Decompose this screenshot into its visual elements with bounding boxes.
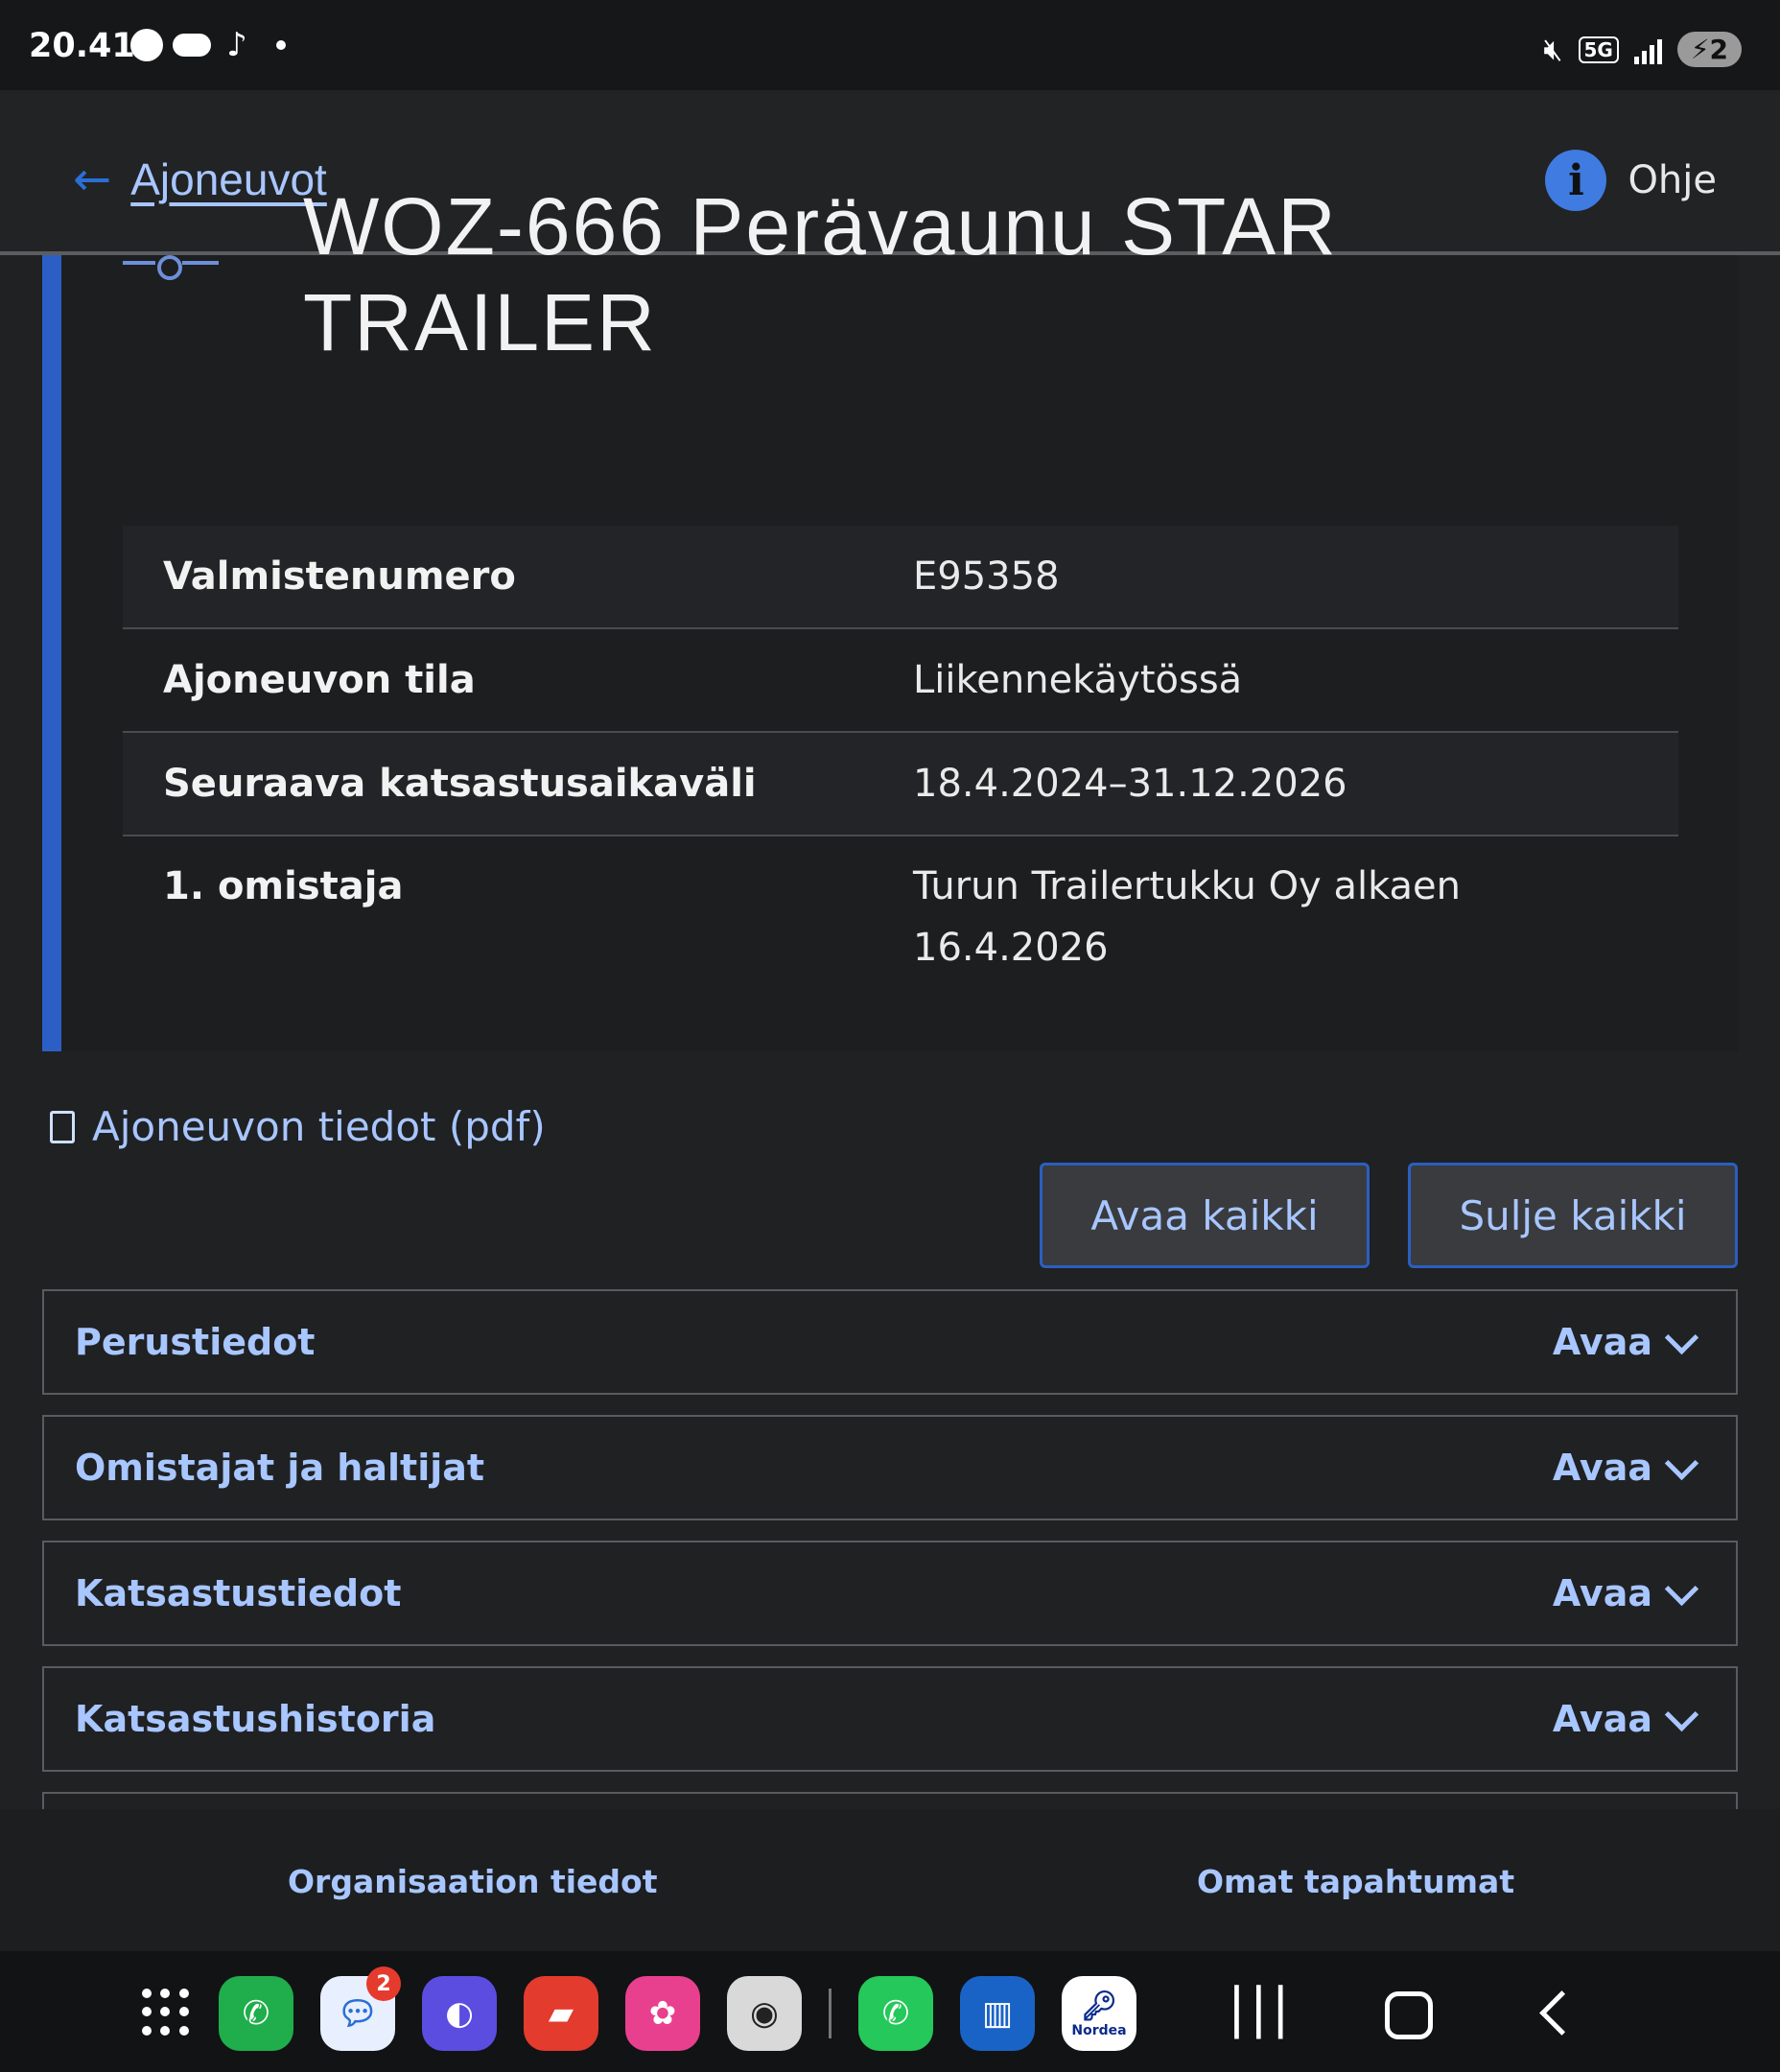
pdf-link-label: Ajoneuvon tiedot (pdf) (92, 1103, 546, 1150)
dock-separator (829, 1989, 831, 2038)
trello-app-icon[interactable]: ▥ (960, 1976, 1035, 2051)
accordion-toggle-label: Avaa (1552, 1447, 1652, 1489)
notification-icons: ♪ (130, 29, 286, 61)
vehicle-summary-card: WOZ-666 Perävaunu STAR TRAILER Valmisten… (42, 181, 1738, 1051)
info-value: Turun Trailertukku Oy alkaen 16.4.2026 (913, 864, 1461, 970)
bottom-navigation: Organisaation tiedot Omat tapahtumat (0, 1809, 1780, 1951)
gallery-app-icon[interactable]: ✿ (625, 1976, 700, 2051)
vehicle-info-table: Valmistenumero E95358 Ajoneuvon tila Lii… (123, 526, 1678, 998)
nav-own-events[interactable]: Omat tapahtumat (1197, 1863, 1514, 1900)
accordion-inspection-info[interactable]: Katsastustiedot Avaa (42, 1541, 1738, 1646)
accordion-title: Katsastustiedot (75, 1572, 402, 1614)
arrow-left-icon: ← (73, 153, 112, 206)
nordea-logo-icon: 🔑︎ (1080, 1989, 1118, 2023)
accordion-toggle[interactable]: Avaa (1552, 1320, 1699, 1363)
chevron-down-icon (1664, 1697, 1699, 1731)
accordion-title: Perustiedot (75, 1321, 316, 1363)
home-button[interactable] (1385, 1991, 1433, 2039)
camera-app-icon[interactable]: ◉ (727, 1976, 802, 2051)
info-value: 18.4.2024–31.12.2026 (913, 762, 1347, 806)
browser-app-icon[interactable]: ◐ (422, 1976, 497, 2051)
battery-indicator: ⚡2 (1676, 32, 1742, 67)
phone-app-icon[interactable]: ✆ (219, 1976, 293, 2051)
accordion-toggle[interactable]: Avaa (1552, 1697, 1699, 1740)
info-row: Seuraava katsastusaikaväli 18.4.2024–31.… (123, 733, 1678, 836)
info-row: 1. omistaja Turun Trailertukku Oy alkaen… (123, 836, 1678, 998)
nav-organisation-info[interactable]: Organisaation tiedot (288, 1863, 657, 1900)
accordion-toggle-label: Avaa (1552, 1698, 1652, 1740)
info-label: Valmistenumero (163, 554, 516, 599)
accordion-inspection-history[interactable]: Katsastushistoria Avaa (42, 1666, 1738, 1772)
accordion-toggle[interactable]: Avaa (1552, 1571, 1699, 1614)
accordion-title: Omistajat ja haltijat (75, 1447, 485, 1489)
vehicle-title-line1: WOZ-666 Perävaunu STAR (303, 181, 1338, 271)
messages-app-icon[interactable]: 💬︎ 2 (320, 1966, 401, 2051)
recents-button[interactable]: ||| (1228, 1980, 1294, 2037)
cloud-icon (173, 34, 211, 57)
app-drawer-icon[interactable] (142, 1989, 192, 2038)
tiktok-icon: ♪ (226, 26, 247, 64)
info-label: Ajoneuvon tila (163, 658, 476, 702)
chevron-down-icon (1664, 1571, 1699, 1606)
nordea-label: Nordea (1071, 2022, 1127, 2038)
info-label: 1. omistaja (163, 864, 404, 908)
mute-icon: 🔇︎ (1543, 31, 1563, 67)
vehicle-pdf-link[interactable]: Ajoneuvon tiedot (pdf) (50, 1103, 546, 1150)
info-row: Ajoneuvon tila Liikennekäytössä (123, 629, 1678, 733)
vehicle-title-line2: TRAILER (303, 277, 657, 367)
facebook-icon (130, 29, 163, 61)
open-all-button[interactable]: Avaa kaikki (1040, 1163, 1370, 1268)
accordion-title: Katsastushistoria (75, 1698, 436, 1740)
system-icons: 🔇︎ 5G ⚡2 (1543, 31, 1742, 68)
chevron-down-icon (1664, 1446, 1699, 1480)
status-bar: 20.41 ♪ 🔇︎ 5G ⚡2 (0, 0, 1780, 90)
back-link-label: Ajoneuvot (130, 154, 327, 204)
info-value: E95358 (913, 554, 1060, 599)
notes-app-icon[interactable]: ▰ (524, 1976, 598, 2051)
document-icon (50, 1110, 75, 1143)
system-back-button[interactable] (1539, 1990, 1584, 2036)
accordion-toggle-label: Avaa (1552, 1321, 1652, 1363)
close-all-button[interactable]: Sulje kaikki (1408, 1163, 1738, 1268)
messages-badge: 2 (366, 1966, 401, 2001)
vehicle-title: WOZ-666 Perävaunu STAR TRAILER (303, 178, 1646, 370)
info-row: Valmistenumero E95358 (123, 526, 1678, 629)
accordion-basic-info[interactable]: Perustiedot Avaa (42, 1289, 1738, 1395)
whatsapp-app-icon[interactable]: ✆ (858, 1976, 933, 2051)
accordion-partial (42, 1792, 1738, 1811)
more-notifications-dot (276, 40, 286, 50)
accordion-owners[interactable]: Omistajat ja haltijat Avaa (42, 1415, 1738, 1520)
signal-icon (1633, 35, 1662, 64)
dock-apps: ✆ 💬︎ 2 ◐ ▰ ✿ ◉ ✆ ▥ 🔑︎ Nordea (142, 1966, 1136, 2051)
network-type: 5G (1578, 35, 1619, 63)
trailer-icon (123, 255, 219, 280)
battery-level: 2 (1709, 34, 1728, 65)
card-accent-bar (42, 255, 61, 1051)
info-value: Liikennekäytössä (913, 658, 1243, 702)
info-label: Seuraava katsastusaikaväli (163, 762, 757, 806)
chevron-down-icon (1664, 1320, 1699, 1354)
accordion-toggle[interactable]: Avaa (1552, 1446, 1699, 1489)
back-link[interactable]: ← Ajoneuvot (73, 153, 327, 205)
app-dock: ✆ 💬︎ 2 ◐ ▰ ✿ ◉ ✆ ▥ 🔑︎ Nordea ||| (0, 1951, 1780, 2072)
accordion-toggle-label: Avaa (1552, 1572, 1652, 1614)
status-time: 20.41 (29, 27, 135, 65)
nordea-app-icon[interactable]: 🔑︎ Nordea (1062, 1976, 1136, 2051)
